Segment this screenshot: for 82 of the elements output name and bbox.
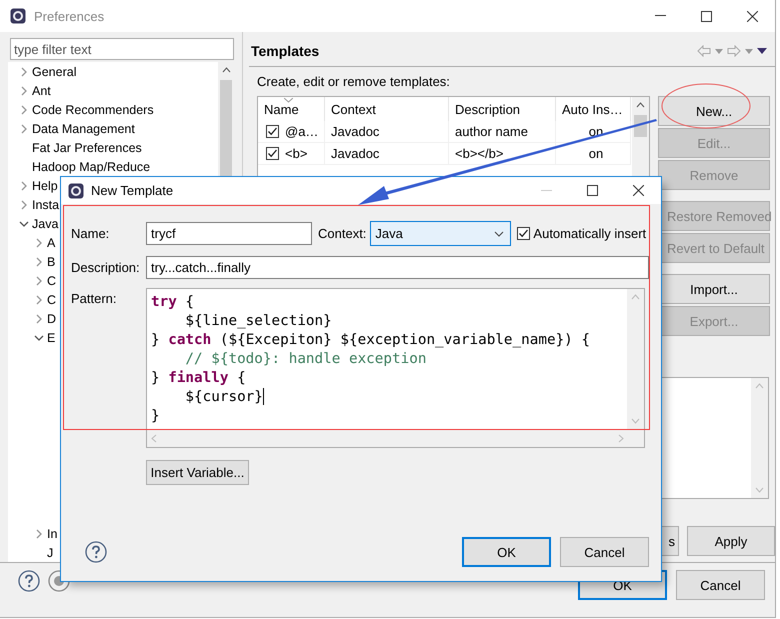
dialog-title: New Template xyxy=(91,183,174,198)
forward-arrow-icon[interactable] xyxy=(727,45,741,57)
checkbox[interactable] xyxy=(266,125,279,138)
tree-item[interactable]: General xyxy=(32,64,76,78)
scroll-up-icon[interactable] xyxy=(636,102,645,108)
column-header[interactable]: Name xyxy=(258,97,325,121)
code-line: } catch (${Excepiton} ${exception_variable_name}) { xyxy=(151,330,591,349)
maximize-icon[interactable] xyxy=(700,10,712,22)
tree-item[interactable]: Insta xyxy=(32,198,60,212)
column-header[interactable]: Auto Ins… xyxy=(556,97,631,121)
tree-item[interactable]: B xyxy=(47,254,56,268)
tree-item[interactable]: J xyxy=(47,546,54,560)
code-line: try { xyxy=(151,292,196,311)
tree-item[interactable]: A xyxy=(47,236,56,250)
field-label: Context: xyxy=(318,226,366,241)
section-description: Create, edit or remove templates: xyxy=(257,74,451,90)
field-label: Description: xyxy=(71,260,141,275)
page-title: Templates xyxy=(251,43,320,59)
tree-item[interactable]: Ant xyxy=(32,84,51,98)
checkbox-label: Automatically insert xyxy=(533,226,646,241)
tree-item[interactable]: E xyxy=(47,330,56,344)
tree-item[interactable]: Code Recommenders xyxy=(32,102,154,116)
tree-item[interactable]: Fat Jar Preferences xyxy=(32,140,142,154)
table-cell: <b> xyxy=(285,146,308,161)
code-line: ${cursor} xyxy=(184,387,265,406)
column-header[interactable]: Description xyxy=(449,97,556,121)
maximize-icon[interactable] xyxy=(586,185,598,196)
page-button[interactable]: Apply xyxy=(687,526,775,556)
scroll-down-icon[interactable] xyxy=(755,487,764,493)
description-field[interactable]: try...catch...finally xyxy=(146,256,649,279)
table-cell: @a… xyxy=(285,124,318,139)
tree-item[interactable]: In xyxy=(47,526,58,540)
side-button[interactable]: New... xyxy=(658,96,770,126)
checkbox[interactable] xyxy=(266,147,279,160)
tree-item[interactable]: Java xyxy=(32,216,58,230)
tree-item[interactable]: Data Management xyxy=(32,122,135,136)
dialog-button[interactable]: OK xyxy=(462,537,551,567)
context-dropdown[interactable]: Java xyxy=(370,221,512,246)
app-icon xyxy=(68,182,84,198)
scrollbar-thumb[interactable] xyxy=(634,115,647,137)
scroll-down-icon[interactable] xyxy=(631,418,640,424)
dropdown-caret-icon[interactable] xyxy=(715,48,723,54)
app-icon xyxy=(10,8,26,24)
dropdown-caret-icon[interactable] xyxy=(745,48,753,54)
tree-item[interactable]: C xyxy=(47,292,56,306)
minimize-icon[interactable] xyxy=(654,15,666,17)
view-menu-icon[interactable] xyxy=(757,48,767,54)
table-cell: author name xyxy=(449,121,556,143)
back-arrow-icon[interactable] xyxy=(697,45,711,57)
checkbox[interactable] xyxy=(517,227,530,240)
close-icon[interactable] xyxy=(746,10,758,22)
help-icon[interactable] xyxy=(85,541,107,563)
column-header[interactable]: Context xyxy=(325,97,449,121)
window-title: Preferences xyxy=(34,8,104,24)
tree-item[interactable]: C xyxy=(47,274,56,288)
filter-field[interactable]: type filter text xyxy=(10,38,234,60)
table-cell: Javadoc xyxy=(325,121,449,143)
tree-item[interactable]: D xyxy=(47,312,56,326)
help-icon[interactable] xyxy=(18,570,40,592)
tree-item[interactable]: Help xyxy=(32,178,58,192)
table-cell: Javadoc xyxy=(325,143,449,165)
dialog-button[interactable]: Cancel xyxy=(676,570,765,600)
code-line: ${line_selection} xyxy=(184,312,333,330)
pattern-editor[interactable]: try { ${line_selection} } catch (${Excepiton} ${exception_variable_name}) { // ${todo}: handle exception } finally { ${cursor} } xyxy=(146,288,645,448)
name-field[interactable]: trycf xyxy=(146,222,312,245)
sort-caret-icon xyxy=(284,98,293,103)
scroll-up-icon[interactable] xyxy=(222,67,230,73)
chevron-down-icon[interactable] xyxy=(19,218,29,228)
chevron-right-icon[interactable] xyxy=(34,528,44,538)
dialog-button[interactable]: Cancel xyxy=(560,537,649,567)
field-label: Pattern: xyxy=(71,290,118,306)
tree-item[interactable]: Hadoop Map/Reduce xyxy=(32,160,150,174)
code-line: // ${todo}: handle exception xyxy=(184,350,428,368)
dropdown-caret-icon xyxy=(494,230,504,236)
code-line: } finally { xyxy=(151,368,247,387)
code-line: } xyxy=(151,406,161,425)
close-icon[interactable] xyxy=(632,185,644,196)
chevron-down-icon[interactable] xyxy=(34,332,44,342)
scroll-left-icon[interactable] xyxy=(151,434,157,442)
field-label: Name: xyxy=(71,226,110,241)
scroll-right-icon[interactable] xyxy=(618,434,624,442)
insert-variable-button[interactable]: Insert Variable... xyxy=(146,460,249,485)
